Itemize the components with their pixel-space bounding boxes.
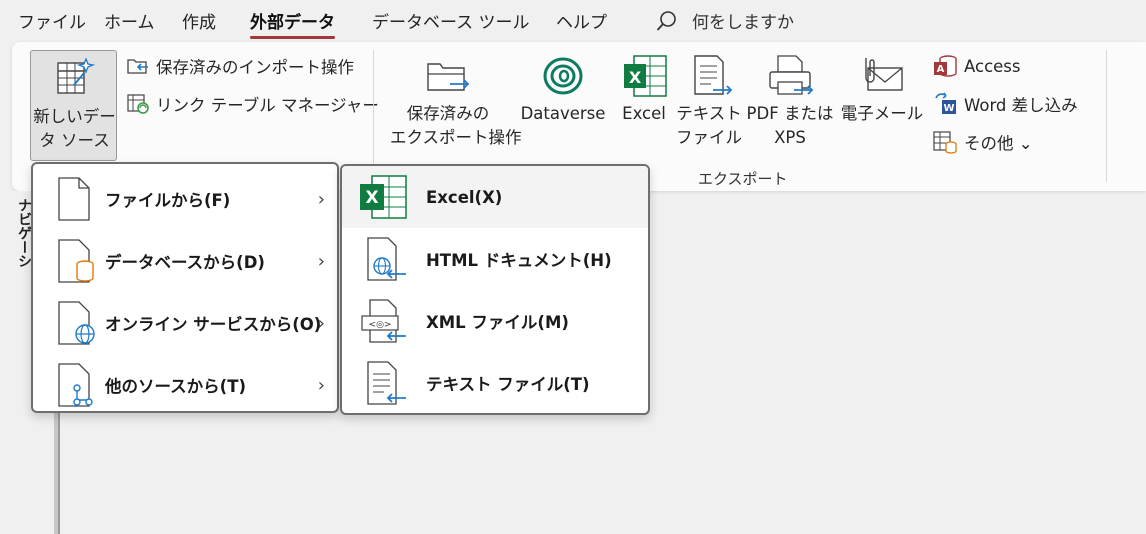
svg-text:W: W [943,103,954,114]
html-document-icon [367,237,406,281]
xml-file-icon: <◎> [361,299,406,343]
search-placeholder: 何をしますか [692,13,794,33]
chevron-right-icon: › [317,374,325,396]
pdf-xps-label-1: PDF または [746,104,834,123]
email-label: 電子メール [840,104,924,123]
chevron-right-icon: › [317,188,325,210]
dataverse-label: Dataverse [520,104,606,123]
menu-item-from-file[interactable]: ファイルから(F) › [33,168,337,230]
menu-item-from-other-source[interactable]: 他のソースから(T) › [33,354,337,416]
tab-external-data[interactable]: 外部データ [250,8,335,39]
database-file-icon [58,239,94,283]
text-file-label-2: ファイル [676,128,742,147]
more-export-button[interactable]: その他 ⌄ [932,130,1033,154]
submenu-item-xml-file[interactable]: <◎> XML ファイル(M) [342,290,648,352]
saved-imports-button[interactable]: 保存済みのインポート操作 [126,54,354,78]
saved-exports-label-2: エクスポート操作 [390,128,522,147]
word-merge-icon: W [935,92,956,114]
search-box[interactable]: 何をしますか [656,8,794,33]
access-label: Access [964,56,1021,76]
email-attachment-icon [865,58,903,91]
tab-file[interactable]: ファイル [18,8,86,33]
dataverse-button[interactable]: Dataverse [518,54,608,126]
more-label: その他 ⌄ [964,134,1033,153]
file-icon [58,177,90,221]
menu-item-label: データベースから(D) [105,253,265,272]
submenu-item-label: HTML ドキュメント(H) [426,251,612,270]
new-source-label-1: 新しいデー [33,107,116,126]
access-icon: A [934,55,957,77]
linked-table-manager-button[interactable]: リンク テーブル マネージャー [126,92,379,116]
menu-item-label: オンライン サービスから(O) [105,315,322,334]
text-file-icon [367,361,406,405]
more-formats-icon [933,131,957,154]
search-icon [656,10,676,31]
tab-help[interactable]: ヘルプ [556,8,607,33]
submenu-item-label: テキスト ファイル(T) [426,375,590,394]
menu-item-from-database[interactable]: データベースから(D) › [33,230,337,292]
from-file-submenu: X Excel(X) HTML ドキュメント(H) <◎> XML ファイル(M… [340,164,650,415]
new-data-source-icon [56,57,95,94]
menu-bar: ファイル ホーム 作成 外部データ データベース ツール ヘルプ 何をしますか [0,0,1146,42]
linked-table-manager-icon [127,94,149,114]
submenu-item-text-file[interactable]: テキスト ファイル(T) [342,352,648,413]
dataverse-icon [543,57,583,95]
svg-text:<◎>: <◎> [369,320,392,330]
saved-exports-button[interactable]: 保存済みの エクスポート操作 [390,54,522,150]
pdf-xps-icon [769,55,814,95]
saved-exports-icon [427,63,470,91]
submenu-item-label: Excel(X) [426,187,503,207]
new-data-source-button[interactable]: 新しいデー タ ソース ⌄ [30,50,117,174]
email-export-button[interactable]: 電子メール [840,54,924,126]
tab-create[interactable]: 作成 [182,8,216,33]
chevron-right-icon: › [317,250,325,272]
group-separator [373,50,374,178]
menu-item-label: ファイルから(F) [105,191,231,210]
text-file-label-1: テキスト [676,104,742,123]
tab-home[interactable]: ホーム [104,8,155,33]
saved-imports-icon [127,59,148,74]
svg-text:A: A [937,64,945,75]
svg-text:X: X [629,68,642,87]
online-service-icon [58,301,95,345]
word-merge-button[interactable]: W Word 差し込み [932,92,1078,116]
word-merge-label: Word 差し込み [964,96,1078,115]
chevron-right-icon: › [317,312,325,334]
excel-label: Excel [622,104,666,123]
excel-icon: X [624,55,667,97]
menu-item-from-online-service[interactable]: オンライン サービスから(O) › [33,292,337,354]
excel-export-button[interactable]: X Excel [616,54,672,126]
pdf-xps-export-button[interactable]: PDF または XPS [744,54,836,150]
saved-exports-label-1: 保存済みの [406,104,490,123]
submenu-item-label: XML ファイル(M) [426,313,569,332]
text-file-icon [694,55,733,95]
excel-icon: X [360,175,407,219]
group-separator-end [1106,50,1107,182]
svg-text:X: X [365,188,378,208]
submenu-item-html-document[interactable]: HTML ドキュメント(H) [342,228,648,290]
menu-item-label: 他のソースから(T) [105,377,247,396]
submenu-item-excel[interactable]: X Excel(X) [342,166,648,228]
saved-imports-label: 保存済みのインポート操作 [156,58,354,77]
tab-database-tools[interactable]: データベース ツール [372,8,530,33]
new-source-menu: ファイルから(F) › データベースから(D) › オンライン サービスから(O… [31,162,339,413]
text-file-export-button[interactable]: テキスト ファイル [676,54,742,150]
access-export-button[interactable]: A Access [932,54,1021,78]
export-group-label: エクスポート [698,170,788,188]
pdf-xps-label-2: XPS [774,128,806,147]
linked-table-manager-label: リンク テーブル マネージャー [156,96,379,115]
other-source-icon [58,363,93,407]
